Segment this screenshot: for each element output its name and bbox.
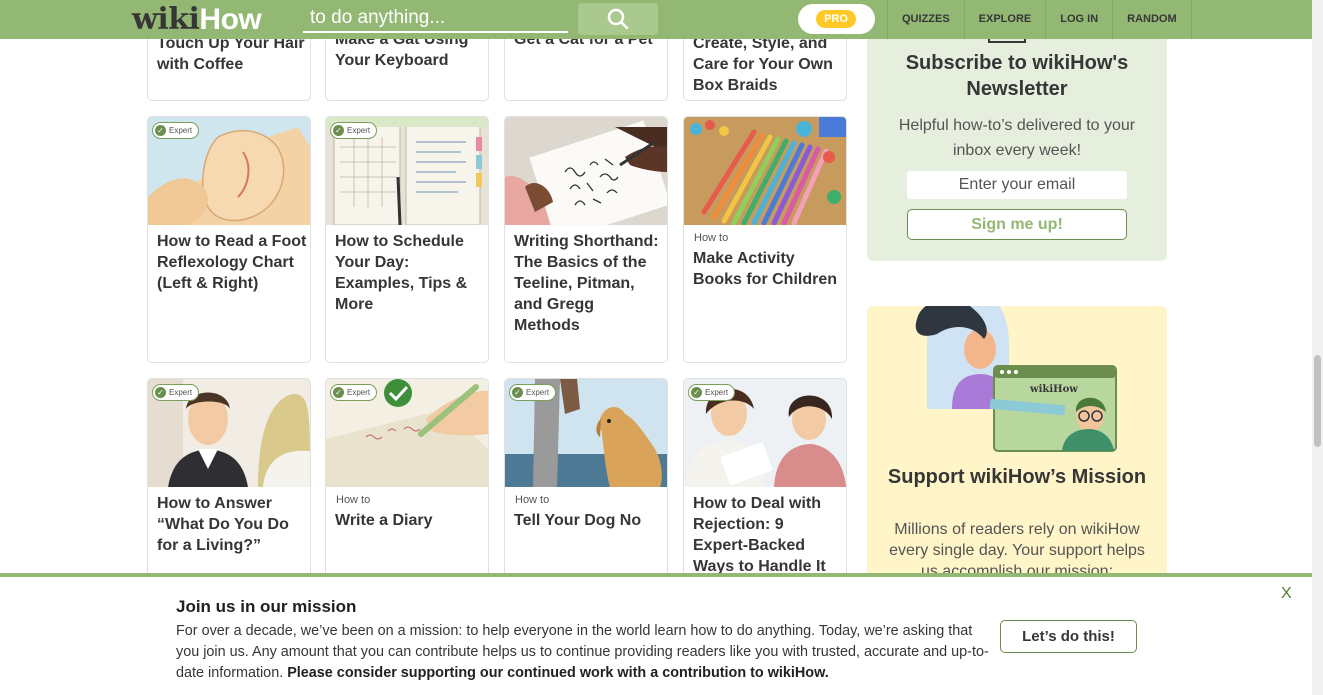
newsletter-description: Helpful how-to’s delivered to your inbox… [898,117,1136,159]
pro-badge: PRO [816,10,856,28]
card-image [684,117,846,225]
check-icon: ✓ [155,387,166,398]
card-howto-label: How to [694,232,729,244]
expert-badge: ✓ Expert [152,384,200,401]
card-image [505,117,667,225]
nav-log-in[interactable]: LOG IN [1046,0,1114,39]
card-image: ✓ Expert [326,117,488,225]
mission-screen-logo: wikiHow [1029,384,1078,395]
banner-bold-text: Please consider supporting our continued… [287,665,829,681]
nav-random[interactable]: RANDOM [1113,0,1192,39]
expert-badge-label: Expert [347,388,371,397]
card-title: Tell Your Dog No [514,512,642,529]
mission-title: Support wikiHow’s Mission [887,466,1147,488]
expert-badge: ✓ Expert [509,384,557,401]
card-title: Write a Diary [335,512,433,529]
shorthand-writing-illustration [505,117,667,225]
card-image: ✓ Expert [148,379,310,487]
card-title: How to Deal with Rejection: 9 Expert-Bac… [693,495,826,575]
expert-badge: ✓ Expert [330,122,378,139]
expert-badge-label: Expert [169,388,193,397]
newsletter-box: Subscribe to wikiHow's Newsletter Helpfu… [867,0,1167,261]
mission-illustration: wikiHow [915,306,1117,452]
article-card[interactable]: ✓ Expert How to Write a Diary [325,378,489,588]
article-card[interactable]: ✓ Expert How to Answer “What Do You Do fo… [147,378,311,588]
colored-pencils-illustration [684,117,846,225]
expert-badge-label: Expert [169,126,193,135]
card-title: Writing Shorthand: The Basics of the Tee… [514,233,659,334]
lets-do-this-button[interactable]: Let’s do this! [1000,620,1137,653]
article-card[interactable]: How to Make Activity Books for Children [683,116,847,363]
check-icon: ✓ [155,125,166,136]
search-input[interactable] [303,4,568,33]
email-field[interactable] [907,171,1127,199]
check-icon: ✓ [691,387,702,398]
logo-how-text: How [199,3,262,36]
expert-badge-label: Expert [347,126,371,135]
article-card[interactable]: ✓ Expert How to Read a Foot Reflexology C… [147,116,311,363]
article-card[interactable]: ✓ Expert How to Tell Your Dog No [504,378,668,588]
card-image: ✓ Expert [684,379,846,487]
card-image: ✓ Expert [326,379,488,487]
card-howto-label: How to [515,494,550,506]
pro-toggle[interactable]: PRO [798,4,875,34]
nav-explore[interactable]: EXPLORE [965,0,1047,39]
close-icon[interactable]: X [1281,585,1292,603]
article-card[interactable]: ✓ Expert How to Schedule Your Day: Exampl… [325,116,489,363]
card-image: ✓ Expert [505,379,667,487]
search-button[interactable] [578,3,658,35]
card-title: How to Answer “What Do You Do for a Livi… [157,495,289,554]
banner-title: Join us in our mission [176,597,357,616]
article-card[interactable]: Writing Shorthand: The Basics of the Tee… [504,116,668,363]
mission-banner: Join us in our mission For over a decade… [0,573,1312,695]
card-title: Make Activity Books for Children [693,250,838,288]
card-title: How to Read a Foot Reflexology Chart (Le… [157,233,307,292]
logo-wiki-text: wiki [132,2,200,37]
check-icon: ✓ [333,125,344,136]
card-title: How to Schedule Your Day: Examples, Tips… [335,233,468,313]
card-image: ✓ Expert [148,117,310,225]
card-title: Touch Up Your Hair with Coffee [157,35,305,73]
header-nav: QUIZZES EXPLORE LOG IN RANDOM [887,0,1192,39]
sign-up-button[interactable]: Sign me up! [907,209,1127,240]
scrollbar-thumb[interactable] [1314,355,1321,447]
newsletter-title: Subscribe to wikiHow's Newsletter [905,52,1129,100]
expert-badge: ✓ Expert [330,384,378,401]
scrollbar[interactable] [1312,0,1323,695]
check-icon: ✓ [512,387,523,398]
article-card[interactable]: ✓ Expert How to Deal with Rejection: 9 Ex… [683,378,847,588]
expert-badge: ✓ Expert [152,122,200,139]
expert-badge-label: Expert [705,388,729,397]
banner-text: For over a decade, we’ve been on a missi… [176,621,991,684]
search-icon [607,8,629,30]
site-header: wikiHow PRO QUIZZES EXPLORE LOG IN RANDO… [0,0,1312,39]
card-howto-label: How to [336,494,371,506]
check-icon: ✓ [333,387,344,398]
nav-quizzes[interactable]: QUIZZES [887,0,965,39]
mission-box: wikiHow Support wikiHow’s Mission Millio… [867,306,1167,596]
expert-badge: ✓ Expert [688,384,736,401]
wikihow-logo[interactable]: wikiHow [132,2,262,37]
expert-badge-label: Expert [526,388,550,397]
card-title: Create, Style, and Care for Your Own Box… [693,35,833,94]
